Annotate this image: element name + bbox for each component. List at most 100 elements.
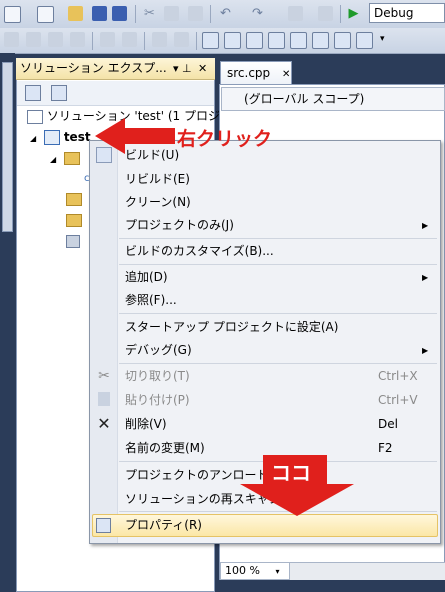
folder-node[interactable] <box>66 190 82 208</box>
tab-close-icon[interactable]: ✕ <box>282 69 290 80</box>
shortcut-paste: Ctrl+V <box>378 393 418 407</box>
play-icon[interactable]: ▶ <box>346 6 361 21</box>
tab-label: src.cpp <box>227 66 271 80</box>
pin-icon[interactable]: ▾ ⊥ <box>173 58 192 79</box>
menu-item-add[interactable]: 追加(D) <box>125 267 168 287</box>
scissors-icon: ✂ <box>98 368 110 384</box>
new-project-icon[interactable] <box>4 6 21 23</box>
menu-item-unload-project[interactable]: プロジェクトのアンロード(L) <box>125 465 285 485</box>
toolbar-icon[interactable] <box>26 32 41 47</box>
project-label: test <box>63 130 91 144</box>
uncomment-icon[interactable] <box>174 32 189 47</box>
undo-icon[interactable]: ↶ <box>218 6 233 21</box>
add-item-icon[interactable] <box>37 6 54 23</box>
annotation-right-click: 右クリック <box>177 128 273 150</box>
shortcut-cut: Ctrl+X <box>378 369 418 383</box>
scope-dropdown[interactable]: (グローバル スコープ) <box>221 87 445 111</box>
shortcut-delete: Del <box>378 417 398 431</box>
shortcut-rename: F2 <box>378 441 393 455</box>
menu-item-references[interactable]: 参照(F)... <box>125 290 177 310</box>
forward-icon[interactable] <box>318 6 333 21</box>
solution-config-combo[interactable]: Debug <box>369 3 445 23</box>
menu-item-properties[interactable]: プロパティ(R) <box>125 515 202 535</box>
redo-icon[interactable]: ↷ <box>250 6 265 21</box>
delete-x-icon: ✕ <box>97 414 111 433</box>
toolbar-icon[interactable] <box>4 32 19 47</box>
copy-icon[interactable] <box>164 6 179 21</box>
folder-icon <box>63 152 80 165</box>
submenu-arrow-icon: ▶ <box>422 221 429 230</box>
chevron-down-icon[interactable]: ▾ <box>275 567 279 576</box>
menu-item-project-only[interactable]: プロジェクトのみ(J) <box>125 215 234 235</box>
annotation-here: ココ <box>271 461 311 485</box>
menu-separator <box>119 313 437 314</box>
references-node[interactable] <box>66 232 80 250</box>
context-menu-icon-gutter <box>90 141 118 543</box>
annotation-arrow-left <box>95 118 175 154</box>
comment-icon[interactable] <box>152 32 167 47</box>
navigate-icon[interactable] <box>288 6 303 21</box>
bookmark-prev-icon[interactable] <box>224 32 241 49</box>
menu-item-debug[interactable]: デバッグ(G) <box>125 340 192 360</box>
toolbar-separator <box>135 5 136 23</box>
main-toolbar: ✂ ↶ ↷ ▶ Debug <box>0 0 445 29</box>
toolbar-overflow-icon[interactable]: ▾ <box>380 32 395 47</box>
toolbar-separator <box>92 32 93 50</box>
toolbar-separator <box>210 5 211 23</box>
toolbar-icon[interactable] <box>334 32 351 49</box>
solution-explorer-title: ソリューション エクスプ... ▾ ⊥ ✕ <box>16 58 215 80</box>
solution-icon <box>27 109 43 124</box>
menu-item-delete[interactable]: 削除(V) <box>125 414 167 434</box>
toolbar-icon[interactable] <box>356 32 373 49</box>
paste-icon[interactable] <box>188 6 203 21</box>
tab-src-cpp[interactable]: src.cpp ✕ <box>220 61 292 84</box>
indent-icon[interactable] <box>100 32 115 47</box>
solution-explorer-toolbar <box>17 81 214 106</box>
menu-item-paste[interactable]: 貼り付け(P) <box>125 390 190 410</box>
server-explorer-tab[interactable] <box>2 62 13 232</box>
folder-node[interactable] <box>66 211 82 229</box>
horizontal-scrollbar[interactable] <box>290 562 445 580</box>
save-all-icon[interactable] <box>112 6 127 21</box>
menu-separator <box>119 363 437 364</box>
toolbar-separator <box>196 32 197 50</box>
references-icon <box>66 235 80 248</box>
menu-item-rename[interactable]: 名前の変更(M) <box>125 438 205 458</box>
scissors-icon[interactable]: ✂ <box>142 6 157 21</box>
close-icon[interactable]: ✕ <box>198 58 207 79</box>
open-folder-icon[interactable] <box>68 6 83 21</box>
menu-item-rebuild[interactable]: リビルド(E) <box>125 169 190 189</box>
save-icon[interactable] <box>92 6 107 21</box>
menu-item-set-startup[interactable]: スタートアップ プロジェクトに設定(A) <box>125 317 338 337</box>
secondary-toolbar: ▾ <box>0 28 445 54</box>
folder-node[interactable]: ◢ <box>50 149 80 167</box>
outdent-icon[interactable] <box>122 32 137 47</box>
folder-icon <box>66 214 82 227</box>
submenu-arrow-icon: ▶ <box>422 273 429 282</box>
bookmark-clear-icon[interactable] <box>312 32 329 49</box>
zoom-combo[interactable]: 100 % ▾ <box>220 562 290 580</box>
menu-item-build-customizations[interactable]: ビルドのカスタマイズ(B)... <box>125 241 274 261</box>
submenu-arrow-icon: ▶ <box>422 346 429 355</box>
bookmark-folder-icon[interactable] <box>268 32 285 49</box>
menu-separator <box>119 264 437 265</box>
bookmark-doc-icon[interactable] <box>290 32 307 49</box>
menu-item-cut[interactable]: 切り取り(T) <box>125 366 190 386</box>
toolbar-icon[interactable] <box>70 32 85 47</box>
project-icon <box>43 130 60 145</box>
bookmark-next-icon[interactable] <box>246 32 263 49</box>
bookmark-icon[interactable] <box>202 32 219 49</box>
menu-item-clean[interactable]: クリーン(N) <box>125 192 191 212</box>
expand-arrow-icon[interactable]: ◢ <box>30 134 36 143</box>
show-all-files-icon[interactable] <box>51 85 67 101</box>
toolbar-separator <box>144 32 145 50</box>
annotation-arrow-down <box>240 484 354 516</box>
paste-icon <box>98 392 110 406</box>
zoom-value: 100 % <box>225 564 260 577</box>
folder-icon <box>66 193 82 206</box>
properties-icon[interactable] <box>25 85 41 101</box>
project-node[interactable]: ◢ test <box>30 128 91 146</box>
toolbar-separator <box>340 5 341 23</box>
expand-arrow-icon[interactable]: ◢ <box>50 155 56 164</box>
toolbar-icon[interactable] <box>48 32 63 47</box>
